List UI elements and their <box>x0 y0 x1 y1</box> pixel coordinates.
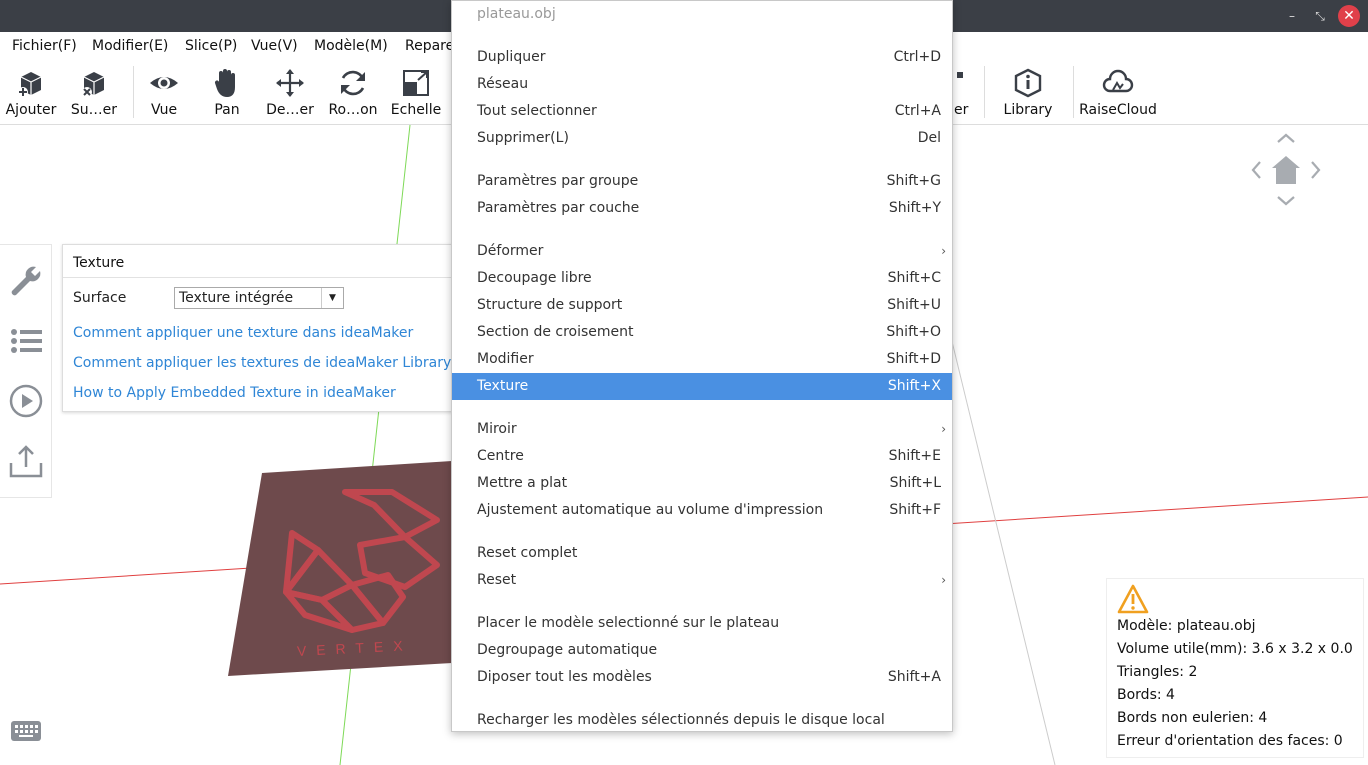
toolbar-separator <box>1073 66 1074 118</box>
restore-icon[interactable]: ⤡ <box>1312 8 1328 24</box>
close-icon[interactable]: ✕ <box>1338 5 1360 27</box>
eye-icon <box>150 77 178 89</box>
list-icon[interactable] <box>8 323 44 359</box>
help-link-embedded-texture[interactable]: How to Apply Embedded Texture in ideaMak… <box>73 385 396 401</box>
menu-item-tout-selectionner[interactable]: Tout selectionner Ctrl+A <box>452 98 952 125</box>
chevron-right-icon: › <box>941 573 946 587</box>
info-non-eulerian: Bords non eulerien: 4 <box>1117 710 1268 726</box>
menu-item-parametres-couche[interactable]: Paramètres par couche Shift+Y <box>452 195 952 222</box>
rotate-label: Ro…on <box>328 102 378 118</box>
menu-item-deformer[interactable]: Déformer › <box>452 238 952 265</box>
menu-modele[interactable]: Modèle(M) <box>314 38 388 54</box>
menu-item-mettre-a-plat[interactable]: Mettre a plat Shift+L <box>452 470 952 497</box>
model-info-panel: Modèle: plateau.obj Volume utile(mm): 3.… <box>1106 578 1364 758</box>
pan-button[interactable]: Pan <box>204 60 250 124</box>
menu-item-centre[interactable]: Centre Shift+E <box>452 443 952 470</box>
menu-item-reseau[interactable]: Réseau <box>452 71 952 98</box>
menu-item-diposer-modeles[interactable]: Diposer tout les modèles Shift+A <box>452 664 952 691</box>
menu-modifier[interactable]: Modifier(E) <box>92 38 168 54</box>
menu-vue[interactable]: Vue(V) <box>251 38 298 54</box>
menu-item-reset[interactable]: Reset › <box>452 567 952 594</box>
menu-item-structure-support[interactable]: Structure de support Shift+U <box>452 292 952 319</box>
menu-item-supprimer[interactable]: Supprimer(L) Del <box>452 125 952 152</box>
scale-label: Echelle <box>390 102 442 118</box>
warning-icon <box>1117 584 1149 614</box>
home-icon[interactable] <box>1272 156 1300 184</box>
scale-button[interactable]: Echelle <box>388 60 444 124</box>
move-icon <box>276 69 304 97</box>
library-label: Library <box>1003 102 1053 118</box>
info-triangles: Triangles: 2 <box>1117 664 1198 680</box>
wrench-icon[interactable] <box>8 263 44 299</box>
surface-select-value: Texture intégrée <box>179 290 294 306</box>
left-sidebar <box>0 244 52 498</box>
play-icon[interactable] <box>8 383 44 419</box>
delete-label: Su…er <box>70 102 118 118</box>
plateau-model[interactable]: VERTEX <box>228 461 452 676</box>
add-label: Ajouter <box>5 102 57 118</box>
divider <box>63 277 461 278</box>
chevron-down-icon: ▼ <box>321 288 343 308</box>
info-model: Modèle: plateau.obj <box>1117 618 1256 634</box>
scale-icon <box>403 70 429 96</box>
menu-item-reset-complet[interactable]: Reset complet <box>452 540 952 567</box>
delete-button[interactable]: Su…er <box>66 60 122 124</box>
move-button[interactable]: De…er <box>262 60 318 124</box>
view-left-icon[interactable] <box>1251 161 1261 179</box>
menu-item-miroir[interactable]: Miroir › <box>452 416 952 443</box>
menu-fichier[interactable]: Fichier(F) <box>12 38 77 54</box>
surface-label: Surface <box>73 290 127 306</box>
info-edges: Bords: 4 <box>1117 687 1175 703</box>
menu-item-recharger-modeles[interactable]: Recharger les modèles sélectionnés depui… <box>452 707 952 734</box>
info-orientation-errors: Erreur d'orientation des faces: 0 <box>1117 733 1343 749</box>
view-button[interactable]: Vue <box>140 60 188 124</box>
menu-item-decoupage-libre[interactable]: Decoupage libre Shift+C <box>452 265 952 292</box>
view-right-icon[interactable] <box>1311 161 1321 179</box>
menu-item-dupliquer[interactable]: Dupliquer Ctrl+D <box>452 44 952 71</box>
view-up-icon[interactable] <box>1277 133 1295 143</box>
library-button[interactable]: Library <box>998 60 1058 124</box>
info-volume: Volume utile(mm): 3.6 x 3.2 x 0.0 <box>1117 641 1353 657</box>
texture-panel: Texture Surface Texture intégrée ▼ Comme… <box>62 244 473 412</box>
minimize-icon[interactable]: – <box>1284 8 1300 24</box>
menu-repare[interactable]: Repare <box>405 38 454 54</box>
view-label: Vue <box>150 102 178 118</box>
menu-slice[interactable]: Slice(P) <box>185 38 237 54</box>
surface-select[interactable]: Texture intégrée ▼ <box>174 287 344 309</box>
rotate-button[interactable]: Ro…on <box>324 60 382 124</box>
raisecloud-button[interactable]: RaiseCloud <box>1078 60 1158 124</box>
library-icon <box>1014 68 1042 98</box>
menu-item-section-croisement[interactable]: Section de croisement Shift+O <box>452 319 952 346</box>
menu-item-parametres-groupe[interactable]: Paramètres par groupe Shift+G <box>452 168 952 195</box>
menu-item-modifier[interactable]: Modifier Shift+D <box>452 346 952 373</box>
pan-label: Pan <box>214 102 240 118</box>
hand-icon <box>214 69 235 97</box>
menu-item-placer-sur-plateau[interactable]: Placer le modèle selectionné sur le plat… <box>452 610 952 637</box>
menu-item-texture[interactable]: Texture Shift+X <box>452 373 952 400</box>
add-cube-icon <box>18 72 42 97</box>
help-link-library-textures[interactable]: Comment appliquer les textures de ideaMa… <box>73 355 473 371</box>
chevron-right-icon: › <box>941 422 946 436</box>
delete-cube-icon <box>82 72 105 97</box>
add-button[interactable]: Ajouter <box>2 60 60 124</box>
raisecloud-label: RaiseCloud <box>1079 102 1157 118</box>
toolbar-separator <box>133 66 134 118</box>
texture-panel-title: Texture <box>73 255 125 271</box>
menu-item-ajustement-auto[interactable]: Ajustement automatique au volume d'impre… <box>452 497 952 524</box>
context-menu-header: plateau.obj <box>477 6 556 22</box>
cloud-icon <box>1102 69 1134 93</box>
toolbar-separator <box>984 66 985 118</box>
context-menu: plateau.obj Dupliquer Ctrl+D Réseau Tout … <box>451 0 953 732</box>
menu-item-degroupage-auto[interactable]: Degroupage automatique <box>452 637 952 664</box>
view-navigator <box>1251 133 1321 206</box>
help-link-apply-texture[interactable]: Comment appliquer une texture dans ideaM… <box>73 325 413 341</box>
move-label: De…er <box>266 102 314 118</box>
view-down-icon[interactable] <box>1277 196 1295 206</box>
chevron-right-icon: › <box>941 244 946 258</box>
rotate-icon <box>341 70 365 96</box>
export-icon[interactable] <box>8 443 44 479</box>
keyboard-icon[interactable] <box>11 721 41 741</box>
